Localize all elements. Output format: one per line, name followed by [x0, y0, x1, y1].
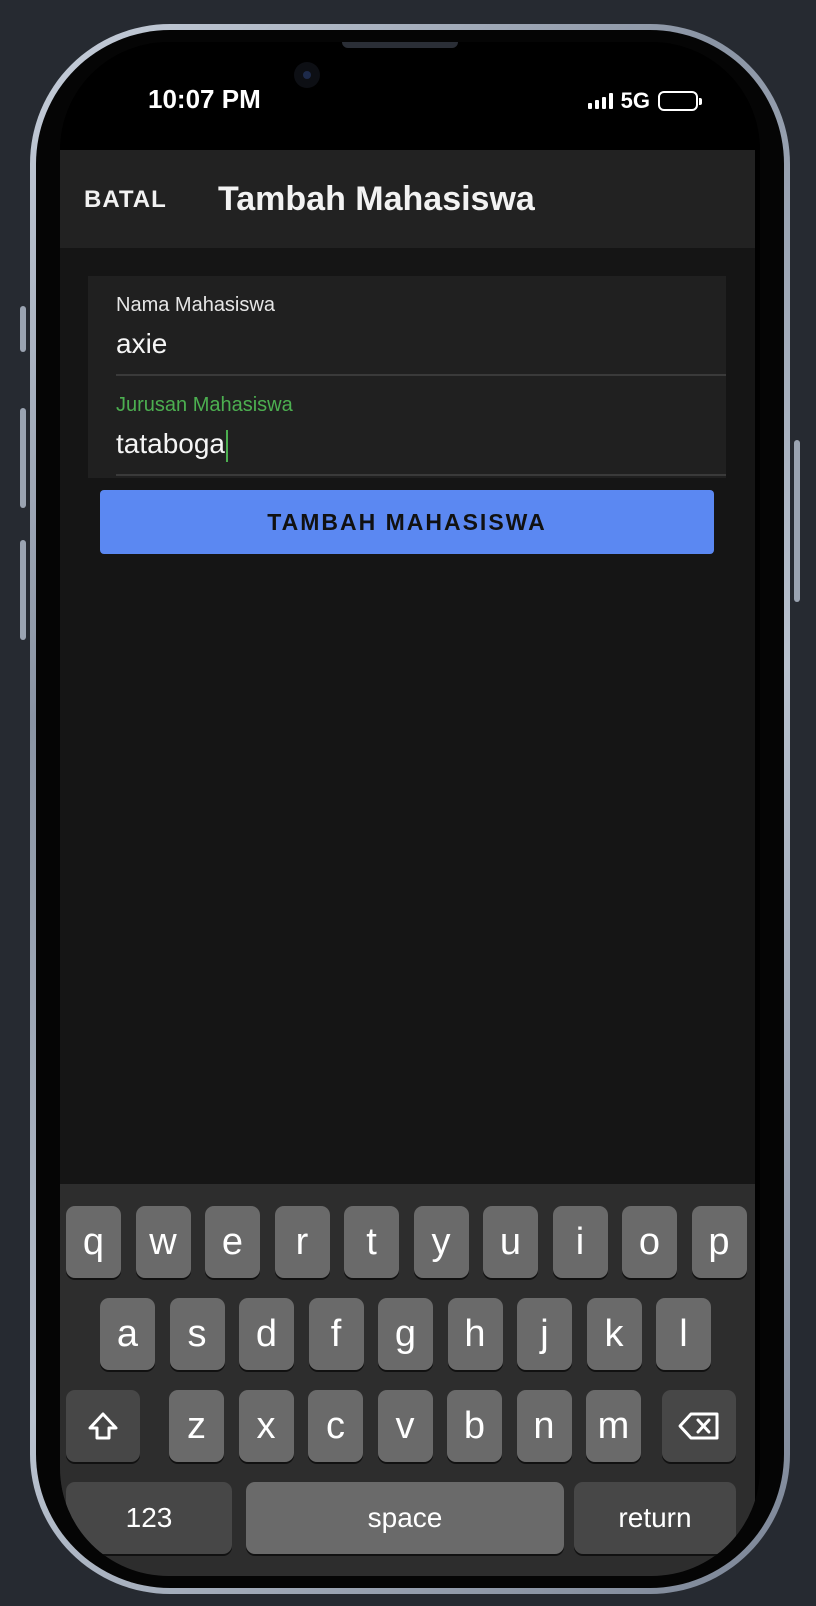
key-x[interactable]: x [238, 1390, 294, 1462]
battery-icon [658, 91, 702, 111]
key-d[interactable]: d [239, 1298, 294, 1370]
key-o[interactable]: o [622, 1206, 677, 1278]
key-r[interactable]: r [274, 1206, 330, 1278]
return-key[interactable]: return [574, 1482, 736, 1554]
status-time: 10:07 PM [148, 84, 261, 114]
major-field-text: tataboga [116, 428, 225, 459]
name-field-value[interactable]: axie [116, 328, 167, 360]
app-screen: BATAL Tambah Mahasiswa Nama Mahasiswa ax… [60, 150, 755, 1576]
key-g[interactable]: g [378, 1298, 433, 1370]
shift-key[interactable] [66, 1390, 140, 1462]
side-button-power [794, 440, 800, 602]
key-v[interactable]: v [377, 1390, 433, 1462]
key-t[interactable]: t [344, 1206, 399, 1278]
key-y[interactable]: y [413, 1206, 469, 1278]
space-key[interactable]: space [246, 1482, 564, 1554]
key-s[interactable]: s [169, 1298, 225, 1370]
key-c[interactable]: c [308, 1390, 363, 1462]
key-q[interactable]: q [66, 1206, 121, 1278]
side-button-volume-up [20, 408, 26, 508]
network-type: 5G [620, 88, 650, 113]
key-z[interactable]: z [169, 1390, 224, 1462]
app-bar: BATAL Tambah Mahasiswa [60, 150, 755, 248]
key-e[interactable]: e [205, 1206, 260, 1278]
status-indicators: 5G [587, 88, 702, 114]
add-student-button[interactable]: TAMBAH MAHASISWA [100, 490, 714, 554]
key-h[interactable]: h [447, 1298, 503, 1370]
key-k[interactable]: k [586, 1298, 642, 1370]
key-i[interactable]: i [552, 1206, 608, 1278]
phone-screen: 10:07 PM 5G BATAL Tambah Mahasiswa Nama … [60, 42, 760, 1576]
key-p[interactable]: p [691, 1206, 747, 1278]
key-f[interactable]: f [308, 1298, 364, 1370]
major-field-value[interactable]: tataboga [116, 428, 228, 462]
side-button-mute [20, 306, 26, 352]
signal-icon [587, 93, 613, 109]
name-field-label: Nama Mahasiswa [116, 294, 275, 316]
backspace-key[interactable] [662, 1390, 736, 1462]
key-n[interactable]: n [516, 1390, 572, 1462]
front-camera [294, 62, 320, 88]
key-j[interactable]: j [517, 1298, 572, 1370]
key-w[interactable]: w [135, 1206, 191, 1278]
major-field-label: Jurusan Mahasiswa [116, 394, 293, 416]
cancel-button[interactable]: BATAL [84, 186, 167, 214]
phone-bezel: 10:07 PM 5G BATAL Tambah Mahasiswa Nama … [36, 30, 784, 1588]
speaker-grille [342, 42, 458, 48]
side-button-volume-down [20, 540, 26, 640]
delete-icon [678, 1412, 719, 1440]
text-cursor [226, 429, 228, 462]
keyboard: qwertyuiop asdfghjkl zxcvbnm 123 space r… [60, 1184, 755, 1576]
shift-icon [88, 1412, 118, 1440]
page-title: Tambah Mahasiswa [218, 180, 535, 218]
name-field[interactable]: Nama Mahasiswa axie [116, 276, 726, 376]
key-m[interactable]: m [586, 1390, 641, 1462]
key-a[interactable]: a [100, 1298, 155, 1370]
numbers-key[interactable]: 123 [66, 1482, 232, 1554]
major-field[interactable]: Jurusan Mahasiswa tataboga [116, 376, 726, 476]
key-l[interactable]: l [656, 1298, 711, 1370]
key-b[interactable]: b [447, 1390, 502, 1462]
student-form: Nama Mahasiswa axie Jurusan Mahasiswa ta… [88, 276, 726, 478]
key-u[interactable]: u [483, 1206, 538, 1278]
